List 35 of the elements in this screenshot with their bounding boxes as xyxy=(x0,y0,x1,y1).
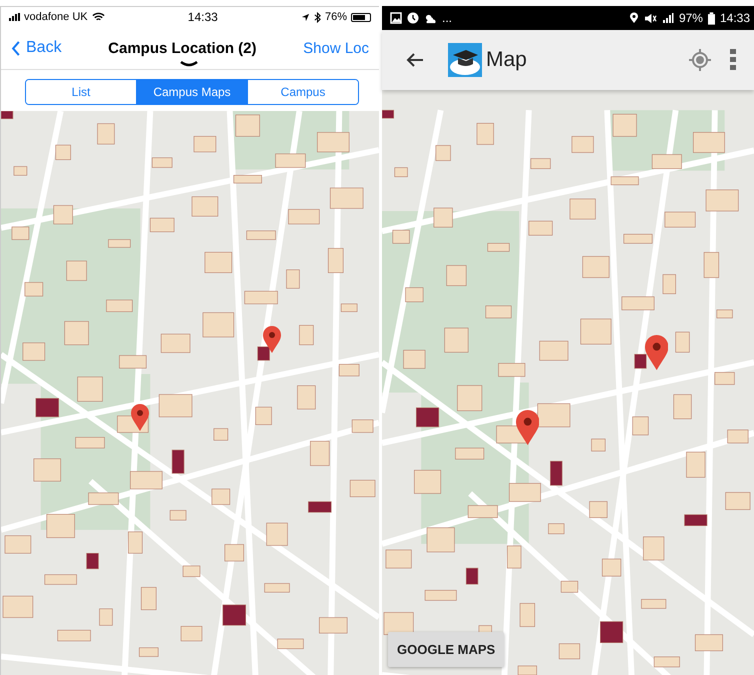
screen-title: Campus Location (2) xyxy=(107,40,258,56)
show-location-button[interactable]: Show Loc xyxy=(303,40,369,56)
pull-handle-icon xyxy=(179,61,199,67)
location-pin-icon xyxy=(628,12,639,24)
location-arrow-icon xyxy=(300,12,310,22)
more-notifications-text: ... xyxy=(442,11,452,25)
crosshair-icon xyxy=(688,48,712,72)
status-time: 14:33 xyxy=(186,10,219,24)
battery-percent: 97% xyxy=(678,11,703,25)
toolbar-title: Map xyxy=(486,48,527,72)
signal-icon xyxy=(662,12,674,24)
carrier-text: vodafone UK xyxy=(24,11,88,23)
back-button[interactable]: Back xyxy=(11,39,62,57)
status-time: 14:33 xyxy=(720,11,750,25)
app-logo-icon xyxy=(448,43,482,77)
map-pin-icon xyxy=(131,404,149,432)
google-maps-button[interactable]: GOOGLE MAPS xyxy=(388,632,504,667)
mute-icon xyxy=(644,12,657,24)
signal-icon xyxy=(9,13,20,21)
map-pin-icon xyxy=(645,335,668,372)
back-arrow-icon xyxy=(406,52,424,68)
battery-icon xyxy=(351,12,371,22)
map-pin-icon xyxy=(263,326,281,354)
bluetooth-icon xyxy=(314,12,321,22)
map-pin-icon xyxy=(516,410,540,446)
vertical-dots-icon xyxy=(730,49,736,71)
clock-icon xyxy=(407,12,419,24)
segment-tab[interactable]: Campus xyxy=(247,80,358,104)
chevron-left-icon xyxy=(11,40,21,56)
battery-icon xyxy=(708,12,715,24)
battery-percent: 76% xyxy=(324,11,347,23)
image-icon xyxy=(390,12,402,24)
wifi-icon xyxy=(92,12,105,22)
weather-icon xyxy=(424,12,437,24)
segment-tab[interactable]: Campus Maps xyxy=(136,80,247,104)
